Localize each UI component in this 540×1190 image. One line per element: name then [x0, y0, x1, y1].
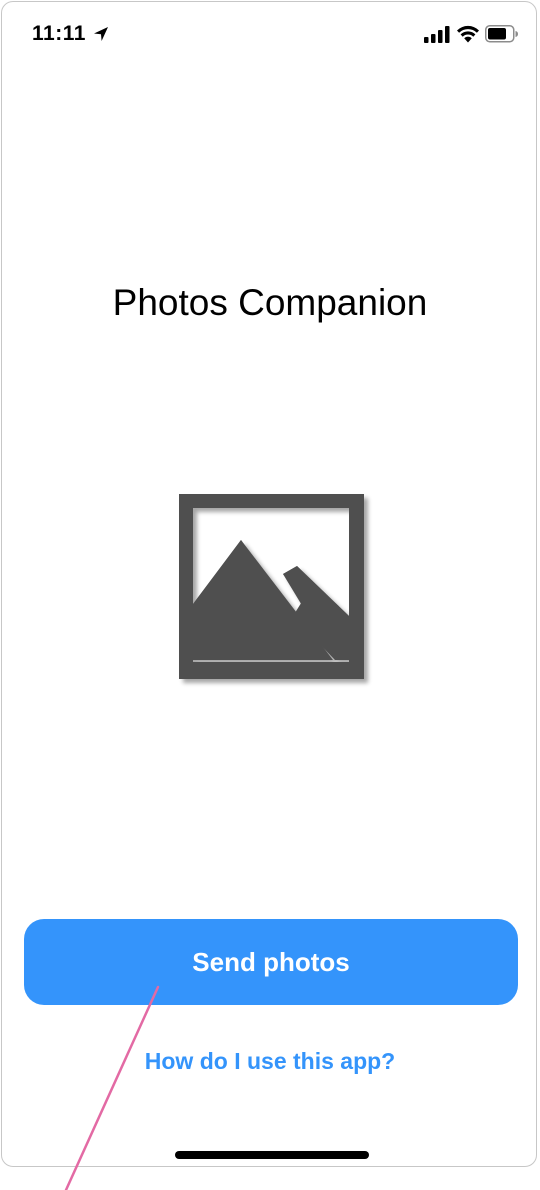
home-indicator[interactable] — [175, 1151, 369, 1159]
cellular-signal-icon — [424, 26, 450, 43]
battery-icon — [485, 25, 518, 43]
wifi-icon — [457, 25, 479, 43]
send-photos-button[interactable]: Send photos — [24, 919, 518, 1005]
help-link[interactable]: How do I use this app? — [2, 1048, 536, 1075]
page-title: Photos Companion — [112, 281, 428, 323]
photo-landscape-icon — [179, 494, 364, 679]
status-time: 11:11 — [32, 22, 86, 45]
status-bar: 11:11 — [2, 2, 536, 66]
location-arrow-icon — [94, 27, 108, 41]
phone-screen: 11:11 Photos Companion Send photos How d… — [1, 1, 537, 1167]
